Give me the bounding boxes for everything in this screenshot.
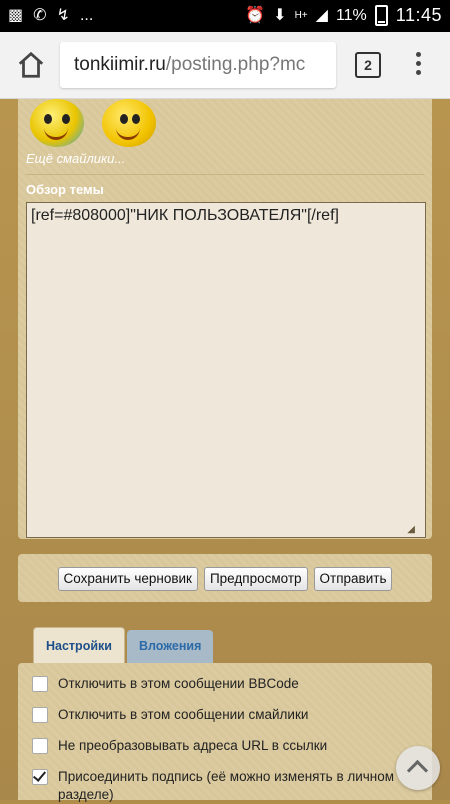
more-smileys-link[interactable]: Ещё смайлики...	[26, 151, 125, 166]
download-icon: ⬇	[273, 6, 287, 24]
disable-smilies-checkbox[interactable]	[32, 707, 48, 723]
submit-button[interactable]: Отправить	[313, 567, 393, 591]
save-draft-button[interactable]: Сохранить черновик	[57, 567, 198, 591]
disable-urls-checkbox[interactable]	[32, 738, 48, 754]
topic-review-textarea[interactable]: [ref=#808000]"НИК ПОЛЬЗОВАТЕЛЯ"[/ref] ◢	[26, 202, 426, 538]
overflow-menu-icon[interactable]	[414, 52, 422, 80]
options-panel: Отключить в этом сообщении BBCode Отключ…	[18, 663, 432, 802]
action-buttons-panel: Сохранить черновик Предпросмотр Отправит…	[18, 554, 432, 602]
disable-bbcode-checkbox[interactable]	[32, 676, 48, 692]
thumbs-up-smiley-icon[interactable]	[102, 99, 156, 147]
smiley-row	[30, 99, 156, 149]
option-disable-urls[interactable]: Не преобразовывать адреса URL в ссылки	[32, 737, 413, 755]
url-path: /posting.php?mc	[165, 54, 306, 75]
alarm-icon: ⏰	[245, 6, 266, 24]
option-label: Не преобразовывать адреса URL в ссылки	[58, 738, 328, 753]
hplus-icon: H+	[294, 9, 308, 21]
resize-grip-icon[interactable]: ◢	[407, 524, 415, 535]
battery-icon	[374, 5, 388, 26]
scroll-to-top-button[interactable]	[396, 746, 440, 790]
options-tabs: Настройки Вложения	[33, 627, 214, 664]
battery-percent: 11%	[335, 6, 367, 24]
tab-attachments[interactable]: Вложения	[126, 630, 214, 663]
chat-icon: ▩	[8, 7, 24, 24]
posting-panel: Ещё смайлики... Обзор темы [ref=#808000]…	[18, 99, 432, 539]
url-host: tonkiimir.ru	[74, 54, 166, 75]
option-label: Присоединить подпись (её можно изменять …	[58, 769, 395, 802]
option-disable-bbcode[interactable]: Отключить в этом сообщении BBCode	[32, 675, 413, 693]
option-disable-smilies[interactable]: Отключить в этом сообщении смайлики	[32, 706, 413, 724]
option-attach-signature[interactable]: Присоединить подпись (её можно изменять …	[32, 768, 413, 804]
divider	[26, 174, 424, 175]
topic-review-text: [ref=#808000]"НИК ПОЛЬЗОВАТЕЛЯ"[/ref]	[31, 207, 339, 224]
more-notifications-text: ...	[79, 7, 94, 24]
preview-button[interactable]: Предпросмотр	[203, 567, 308, 591]
option-label: Отключить в этом сообщении смайлики	[58, 707, 309, 722]
address-bar[interactable]: tonkiimir.ru/posting.php?mc	[60, 42, 336, 88]
clock: 11:45	[395, 5, 442, 25]
tab-settings[interactable]: Настройки	[33, 627, 125, 664]
page-content: Ещё смайлики... Обзор темы [ref=#808000]…	[0, 99, 450, 802]
option-label: Отключить в этом сообщении BBCode	[58, 676, 299, 691]
attach-signature-checkbox[interactable]	[32, 769, 48, 785]
signal-icon: ◢	[315, 6, 328, 24]
topic-review-label: Обзор темы	[26, 182, 104, 197]
whatsapp-icon: ✆	[33, 7, 47, 24]
status-bar: ▩ ✆ ↯ ... ⏰ ⬇ H+ ◢ 11% 11:45	[0, 0, 450, 32]
home-icon[interactable]	[16, 50, 46, 80]
crying-laugh-smiley-icon[interactable]	[30, 99, 84, 147]
browser-toolbar: tonkiimir.ru/posting.php?mc 2	[0, 32, 450, 99]
missed-call-icon: ↯	[56, 7, 70, 24]
tab-switcher-button[interactable]: 2	[355, 52, 381, 78]
